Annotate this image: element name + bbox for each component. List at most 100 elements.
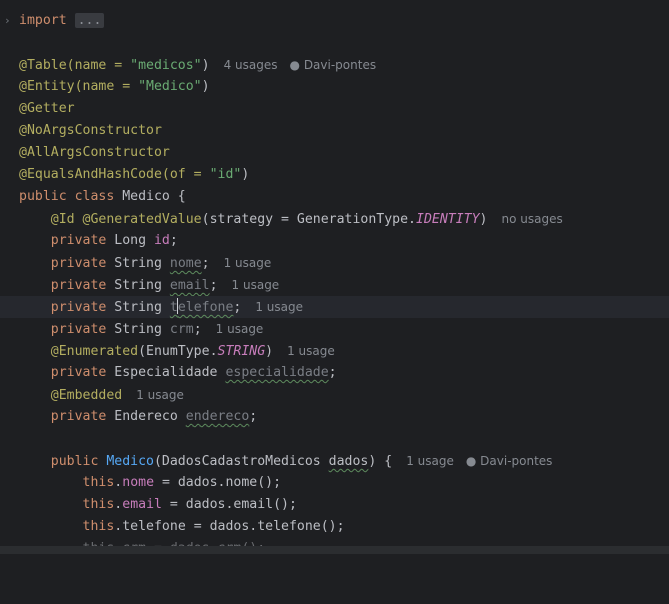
person-icon: ● [465,454,477,468]
usage-count[interactable]: 4 usages [224,58,278,72]
code-text: (DadosCadastroMedicos [153,454,329,469]
annotation: @Id @GeneratedValue [50,212,202,227]
code-text: (strategy = GenerationType. [201,212,416,227]
field-name: nome [122,475,155,490]
type-name: String [106,256,170,271]
keyword: this [82,497,115,512]
type-name: Especialidade [106,365,226,380]
code-text: ) [201,79,210,94]
keyword: import [19,13,67,28]
usage-hint[interactable]: 1 usage [232,278,280,292]
code-line-noargs: @NoArgsConstructor [0,120,669,142]
code-line-especialidade-field: private Especialidade especialidade; [0,362,669,384]
field-name: crm [169,322,194,337]
type-name: Endereco [106,409,186,424]
usage-hint[interactable]: 1 usage [224,256,272,270]
usage-hint[interactable]: 1 usage [255,300,303,314]
keyword: private [50,365,107,380]
code-line-nome-field: private String nome; 1 usage [0,252,669,274]
code-line-body-nome: this.nome = dados.nome(); [82,475,282,490]
code-text: .telefone = dados.telefone(); [114,519,345,534]
code-text: ) [265,344,274,359]
usage-count[interactable]: 1 usage [232,278,280,292]
keyword: private [50,278,107,293]
fold-chevron-icon[interactable]: › [4,10,11,32]
code-line-entity: @Entity(name = "Medico") [0,76,669,98]
code-text: ) { [368,454,393,469]
usage-count[interactable]: no usages [501,212,562,226]
code-text: = dados.nome(); [154,475,282,490]
annotation: @EqualsAndHashCode(of = [19,167,210,182]
type-name: Long [106,233,154,248]
field-name: email [122,497,162,512]
code-line-enumerated: @Enumerated(EnumType.STRING) 1 usage [0,340,669,362]
author-hint[interactable]: ● Davi-pontes [466,454,553,468]
usage-hint[interactable]: 1 usage [136,388,184,402]
annotation: @NoArgsConstructor [19,123,162,138]
code-text: ; [233,300,242,315]
field-name: id [153,233,170,248]
annotation: @AllArgsConstructor [19,145,170,160]
field-name: nome [169,256,202,271]
enum-constant: STRING [217,344,266,359]
usage-hint[interactable]: 1 usage [216,322,264,336]
author-name[interactable]: Davi-pontes [480,454,552,468]
usage-count[interactable]: 1 usage [406,454,454,468]
code-line-email-field: private String email; 1 usage [0,274,669,296]
type-name: String [106,300,170,315]
code-text: ; [328,365,337,380]
annotation: @Entity(name = [19,79,139,94]
code-line-class: public class Medico { [0,186,669,208]
code-line-endereco-field: private Endereco endereco; [0,406,669,428]
code-line-telefone-field[interactable]: private String telefone; 1 usage [0,296,669,318]
usage-count[interactable]: 1 usage [216,322,264,336]
usage-hint[interactable]: no usages [501,212,562,226]
author-hint[interactable]: ● Davi-pontes [290,58,377,72]
code-text: ; [249,409,258,424]
author-name[interactable]: Davi-pontes [304,58,376,72]
keyword: this [82,475,115,490]
code-line-id-field: private Long id; [0,230,669,252]
keyword: private [50,256,107,271]
keyword: this [82,519,115,534]
keyword: private [50,300,107,315]
type-name: String [106,278,170,293]
code-editor[interactable]: › import ... @Table(name = "medicos") 4 u… [0,0,669,556]
enum-constant: IDENTITY [416,212,480,227]
annotation: @Getter [19,101,75,116]
person-icon: ● [289,58,300,72]
class-name: Medico { [122,189,186,204]
code-line-constructor: public Medico(DadosCadastroMedicos dados… [0,450,669,472]
code-line-table: @Table(name = "medicos") 4 usages ● Davi-p… [0,54,669,76]
constructor-name: Medico [106,454,154,469]
code-text: (EnumType. [138,344,218,359]
keyword: public class [19,189,123,204]
field-name: endereco [185,409,250,424]
code-line-getter: @Getter [0,98,669,120]
code-line-import: › import ... [0,10,669,32]
usage-count[interactable]: 1 usage [224,256,272,270]
code-line-embedded: @Embedded 1 usage [0,384,669,406]
code-text: ; [193,322,202,337]
usage-count[interactable]: 1 usage [255,300,303,314]
string-literal: "medicos" [130,58,202,73]
keyword: private [50,409,107,424]
folded-imports[interactable]: ... [74,13,105,28]
type-name: String [106,322,170,337]
code-line-allargs: @AllArgsConstructor [0,142,669,164]
usage-count[interactable]: 1 usage [287,344,335,358]
usage-count[interactable]: 1 usage [136,388,184,402]
keyword: private [50,233,107,248]
usage-hint[interactable]: 4 usages ● Davi-pontes [224,58,377,72]
string-literal: "Medico" [138,79,202,94]
horizontal-scrollbar[interactable] [0,546,669,554]
code-line-id-annotation: @Id @GeneratedValue(strategy = Generatio… [0,208,669,230]
code-text: ) [201,58,210,73]
code-line-eqhash: @EqualsAndHashCode(of = "id") [0,164,669,186]
annotation: @Embedded [50,388,123,403]
usage-hint[interactable]: 1 usage [287,344,335,358]
field-name: especialidade [225,365,329,380]
usage-hint[interactable]: 1 usage ● Davi-pontes [406,454,552,468]
annotation: @Enumerated [50,344,139,359]
keyword: public [50,454,107,469]
